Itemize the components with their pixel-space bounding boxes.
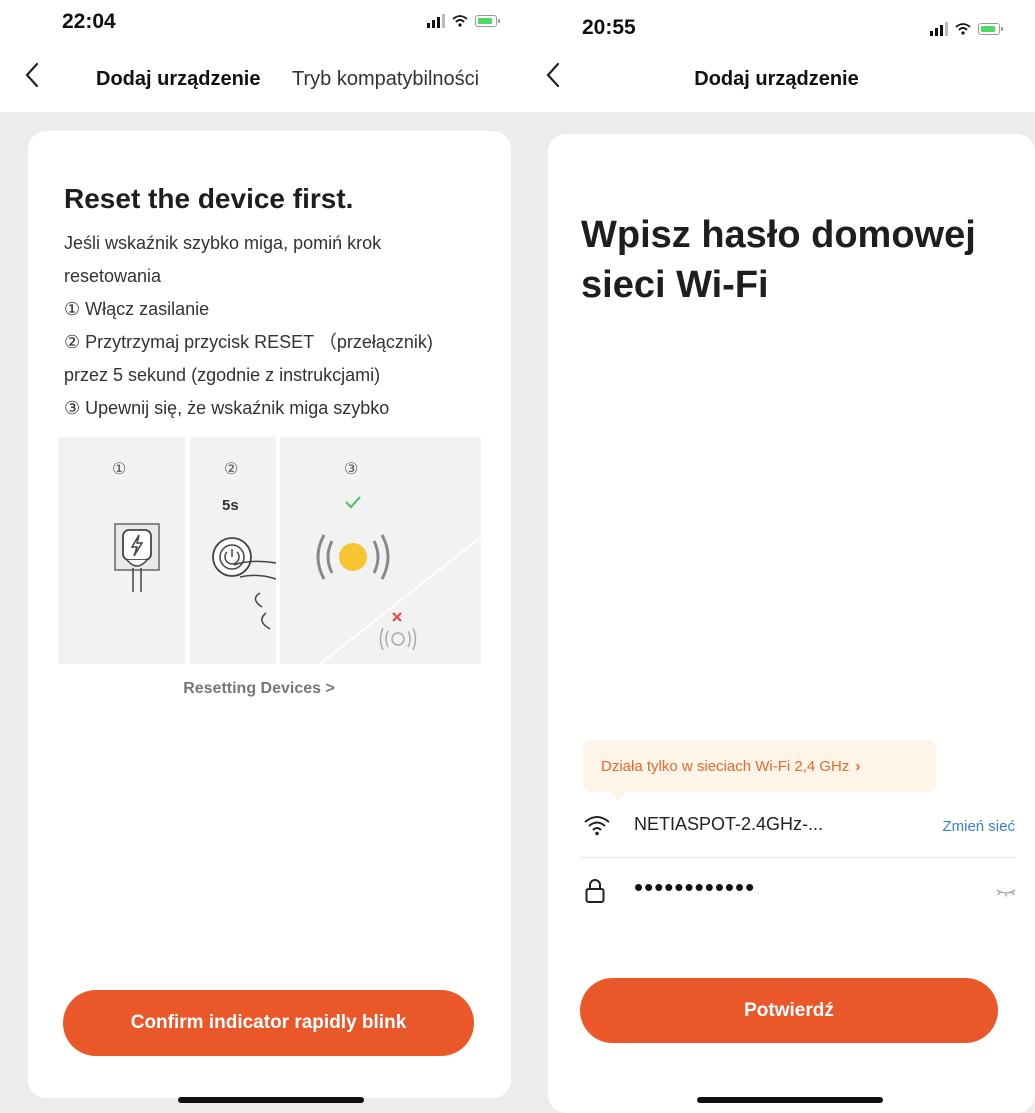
compatibility-mode-button[interactable]: Tryb kompatybilności xyxy=(292,68,479,91)
wifi-card: Wpisz hasło domowej sieci Wi-Fi Działa t… xyxy=(548,134,1035,1113)
status-icons xyxy=(427,14,500,28)
frequency-notice[interactable]: Działa tylko w sieciach Wi-Fi 2,4 GHz › xyxy=(583,740,936,801)
nav-title: Dodaj urządzenie xyxy=(96,68,261,90)
battery-icon xyxy=(475,15,500,27)
chevron-right-icon: › xyxy=(855,757,861,775)
wifi-network-icon xyxy=(584,816,610,836)
power-plug-icon xyxy=(114,523,160,592)
instruction-line: resetowania xyxy=(64,266,162,286)
wifi-heading: Wpisz hasło domowej sieci Wi-Fi xyxy=(581,210,976,310)
wifi-icon xyxy=(452,15,468,27)
signal-icon xyxy=(930,22,948,36)
signal-icon xyxy=(427,14,445,28)
step-1-panel: ① xyxy=(58,437,185,664)
reset-instructions: Jeśli wskaźnik szybko miga, pomiń krok r… xyxy=(64,227,484,425)
home-indicator xyxy=(697,1097,883,1103)
card-heading: Reset the device first. xyxy=(64,183,354,214)
heading-line-1: Wpisz hasło domowej xyxy=(581,214,976,256)
step-number: ② xyxy=(224,461,239,478)
change-network-link[interactable]: Zmień sieć xyxy=(942,818,1015,835)
step-2-panel: ② 5s xyxy=(190,437,276,664)
wifi-icon xyxy=(955,23,971,35)
cross-icon xyxy=(392,612,402,622)
nav-title: Dodaj urządzenie xyxy=(694,68,859,90)
back-button[interactable] xyxy=(25,62,39,94)
notice-pointer xyxy=(609,792,627,801)
password-input[interactable]: •••••••••••• xyxy=(634,872,755,903)
eye-closed-icon[interactable] xyxy=(995,887,1017,897)
chevron-left-icon xyxy=(25,62,39,88)
step-number: ① xyxy=(112,461,127,478)
instruction-line: ② Przytrzymaj przycisk RESET （przełączni… xyxy=(64,332,433,352)
reset-illustration: ① ② 5s ③ xyxy=(58,437,481,664)
battery-icon xyxy=(978,23,1003,35)
nav-bar: 20:55 Dodaj urządzenie xyxy=(518,0,1035,112)
home-indicator xyxy=(178,1097,364,1103)
status-time: 22:04 xyxy=(62,10,116,33)
heading-line-2: sieci Wi-Fi xyxy=(581,264,769,306)
instruction-line: ③ Upewnij się, że wskaźnik miga szybko xyxy=(64,398,390,418)
step-3-panel: ③ xyxy=(280,437,481,664)
lock-icon xyxy=(585,879,605,903)
slow-blink-indicator-icon xyxy=(379,627,417,651)
left-screen: 22:04 Dodaj urządzenie Tryb kompatybilno… xyxy=(0,0,518,1113)
instruction-line: ① Włącz zasilanie xyxy=(64,299,210,319)
notice-text: Działa tylko w sieciach Wi-Fi 2,4 GHz xyxy=(601,757,850,775)
network-name: NETIASPOT-2.4GHz-... xyxy=(634,814,824,834)
status-icons xyxy=(930,22,1003,36)
step-duration-label: 5s xyxy=(222,497,239,514)
resetting-devices-link[interactable]: Resetting Devices > xyxy=(0,680,518,698)
instruction-line: Jeśli wskaźnik szybko miga, pomiń krok xyxy=(64,233,382,253)
step-number: ③ xyxy=(344,461,359,478)
right-screen: 20:55 Dodaj urządzenie Wpisz hasło domow… xyxy=(518,0,1035,1113)
checkmark-icon xyxy=(345,496,361,509)
instruction-line: przez 5 sekund (zgodnie z instrukcjami) xyxy=(64,365,381,385)
nav-bar: 22:04 Dodaj urządzenie Tryb kompatybilno… xyxy=(0,0,518,112)
confirm-blink-button[interactable]: Confirm indicator rapidly blink xyxy=(63,990,474,1056)
divider xyxy=(580,857,1015,858)
confirm-button[interactable]: Potwierdź xyxy=(580,978,998,1043)
status-time: 20:55 xyxy=(582,16,636,39)
power-button-press-icon xyxy=(212,537,276,630)
